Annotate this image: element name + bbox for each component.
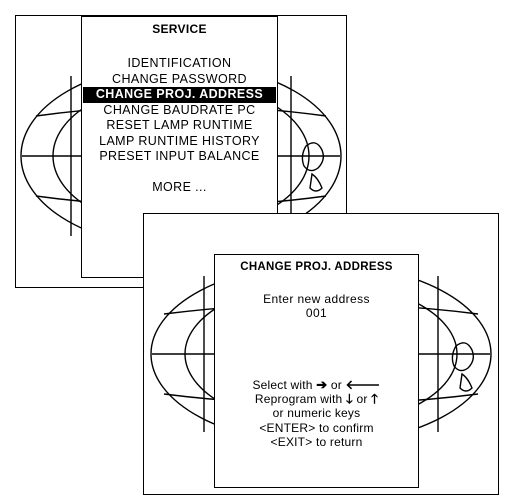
address-screen: CHANGE PROJ. ADDRESS Enter new address 0… xyxy=(143,213,499,495)
arrow-down-icon: 🡓 xyxy=(345,391,353,407)
arrow-right-icon: ➔ xyxy=(316,377,328,392)
numeric-keys-instruction: or numeric keys xyxy=(272,406,361,421)
menu-item-more[interactable]: MORE ... xyxy=(82,180,277,196)
or-label: or xyxy=(356,392,368,407)
menu-item-change-password[interactable]: CHANGE PASSWORD xyxy=(82,72,277,88)
enter-confirm-instruction: <ENTER> to confirm xyxy=(259,420,374,435)
or-label: or xyxy=(330,378,342,392)
address-value-field[interactable]: 001 xyxy=(215,306,418,320)
menu-item-change-baudrate-pc[interactable]: CHANGE BAUDRATE PC xyxy=(82,103,277,119)
reprogram-instruction: Reprogram with 🡓 or 🡑 xyxy=(215,391,418,407)
arrow-left-icon: 🡐 xyxy=(345,377,381,392)
address-dialog: CHANGE PROJ. ADDRESS Enter new address 0… xyxy=(214,254,419,488)
service-menu-title: SERVICE xyxy=(152,22,207,36)
menu-item-identification[interactable]: IDENTIFICATION xyxy=(82,56,277,72)
reprogram-label: Reprogram with xyxy=(254,392,343,407)
menu-item-change-proj-address[interactable]: CHANGE PROJ. ADDRESS xyxy=(83,87,276,103)
menu-item-reset-lamp-runtime[interactable]: RESET LAMP RUNTIME xyxy=(82,118,277,134)
address-prompt: Enter new address xyxy=(263,292,370,306)
select-instruction: Select with ➔ or 🡐 xyxy=(215,377,418,392)
address-dialog-title: CHANGE PROJ. ADDRESS xyxy=(240,261,393,273)
select-label: Select with xyxy=(252,378,313,392)
exit-return-instruction: <EXIT> to return xyxy=(270,434,363,449)
arrow-up-icon: 🡑 xyxy=(371,391,379,407)
menu-item-preset-input-balance[interactable]: PRESET INPUT BALANCE xyxy=(82,149,277,165)
menu-item-lamp-runtime-history[interactable]: LAMP RUNTIME HISTORY xyxy=(82,134,277,150)
